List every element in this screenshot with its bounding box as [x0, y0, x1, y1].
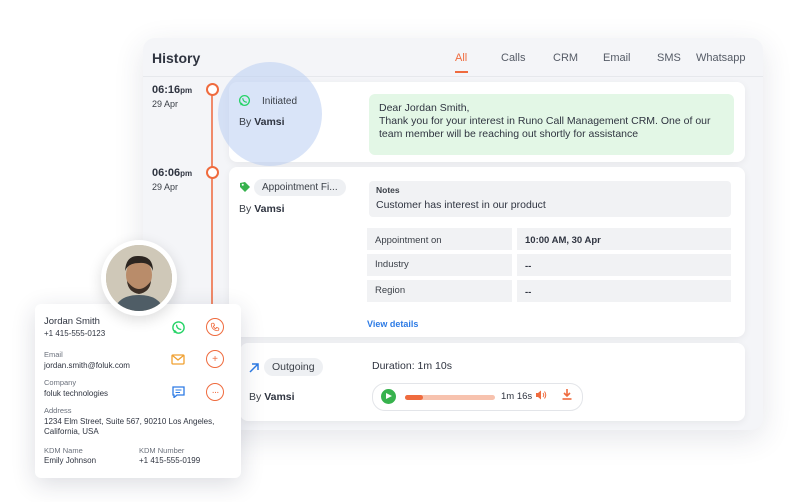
- phone-icon[interactable]: [206, 318, 224, 336]
- view-details-link[interactable]: View details: [367, 319, 418, 329]
- tab-all[interactable]: All: [455, 52, 467, 64]
- whatsapp-icon[interactable]: [169, 318, 187, 336]
- timeline-dot: [206, 166, 219, 179]
- notes-value: Customer has interest in our product: [376, 199, 546, 211]
- status-chip: Initiated: [262, 96, 298, 107]
- volume-icon[interactable]: [535, 389, 547, 404]
- status-chip: Appointment Fi...: [254, 179, 346, 196]
- tab-whatsapp[interactable]: Whatsapp: [696, 52, 746, 64]
- field-label: Appointment on: [367, 228, 512, 250]
- history-title: History: [152, 50, 201, 66]
- address-label: Address: [44, 406, 72, 415]
- field-value: --: [517, 280, 731, 302]
- whatsapp-icon: [238, 94, 251, 107]
- contact-address: 1234 Elm Street, Suite 567, 90210 Los An…: [44, 417, 215, 436]
- contact-email: jordan.smith@foluk.com: [44, 361, 130, 370]
- notes-box: Notes Customer has interest in our produ…: [369, 181, 731, 217]
- active-tab-indicator: [455, 71, 468, 73]
- contact-name: Jordan Smith: [44, 316, 100, 327]
- outgoing-arrow-icon: [248, 361, 260, 373]
- plus-icon[interactable]: +: [206, 350, 224, 368]
- kdm-number: +1 415-555-0199: [139, 456, 201, 465]
- download-icon[interactable]: [561, 388, 573, 403]
- highlight-halo: [218, 62, 322, 166]
- field-value: --: [517, 254, 731, 276]
- tab-sms[interactable]: SMS: [657, 52, 681, 64]
- whatsapp-message: Dear Jordan Smith, Thank you for your in…: [369, 94, 734, 155]
- audio-progress-fill: [405, 395, 423, 400]
- avatar: [106, 245, 172, 311]
- contact-phone: +1 415-555-0123: [44, 329, 106, 338]
- email-label: Email: [44, 350, 63, 359]
- entry-time: 06:16pm: [152, 84, 193, 96]
- chat-icon[interactable]: [169, 383, 187, 401]
- play-icon[interactable]: [381, 389, 396, 404]
- tag-icon: [239, 180, 251, 192]
- tab-crm[interactable]: CRM: [553, 52, 578, 64]
- kdm-number-label: KDM Number: [139, 446, 185, 455]
- status-chip: Outgoing: [264, 358, 323, 376]
- entry-date: 29 Apr: [152, 99, 179, 109]
- timeline-dot: [206, 83, 219, 96]
- entry-author: By Vamsi: [239, 116, 285, 128]
- entry-author: By Vamsi: [239, 203, 285, 215]
- audio-player: 1m 16s: [372, 383, 583, 411]
- entry-date: 29 Apr: [152, 182, 179, 192]
- kdm-name-label: KDM Name: [44, 446, 83, 455]
- company-label: Company: [44, 378, 77, 387]
- timeline-line: [211, 86, 213, 316]
- contact-company: foluk technologies: [44, 389, 109, 398]
- mail-icon[interactable]: [169, 350, 187, 368]
- tab-email[interactable]: Email: [603, 52, 631, 64]
- tab-calls[interactable]: Calls: [501, 52, 525, 64]
- entry-time: 06:06pm: [152, 167, 193, 179]
- call-duration: Duration: 1m 10s: [372, 360, 452, 372]
- entry-author: By Vamsi: [249, 391, 295, 403]
- kdm-name: Emily Johnson: [44, 456, 97, 465]
- notes-label: Notes: [376, 185, 400, 195]
- field-value: 10:00 AM, 30 Apr: [517, 228, 731, 250]
- audio-progress[interactable]: [405, 395, 495, 400]
- more-icon[interactable]: ···: [206, 383, 224, 401]
- field-label: Industry: [367, 254, 512, 276]
- field-label: Region: [367, 280, 512, 302]
- audio-time: 1m 16s: [501, 391, 533, 402]
